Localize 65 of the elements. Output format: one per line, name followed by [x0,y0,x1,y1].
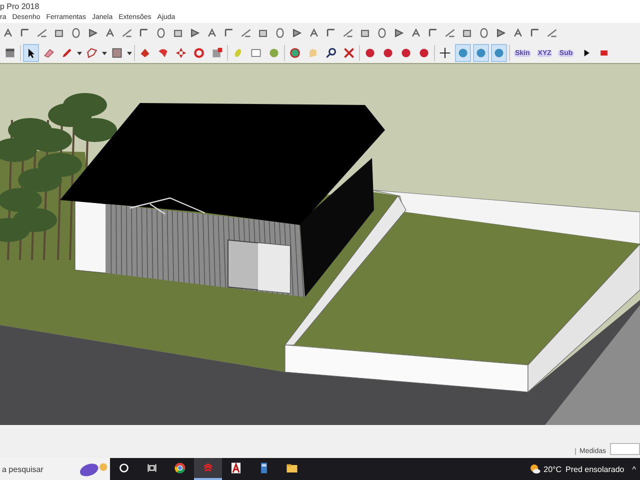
taskview-app-icon [146,462,158,474]
taskbar-search-field[interactable]: a pesquisar [0,458,72,480]
tool-glyph-icon[interactable] [546,27,558,39]
tool-glyph-icon[interactable] [512,27,524,39]
caret-icon[interactable] [77,50,82,56]
tool-glyph-icon[interactable] [104,27,116,39]
folder-app-icon [286,462,298,474]
box-icon [4,47,16,59]
axes-icon [439,47,451,59]
extents-icon [343,47,355,59]
blob-icon [364,47,376,59]
tool-glyph-icon[interactable] [19,27,31,39]
temperature-text[interactable]: 20°C [544,464,562,474]
tool-glyph-icon[interactable] [444,27,456,39]
blob-icon [400,47,412,59]
caret-icon[interactable] [102,50,107,56]
scale-icon [211,47,223,59]
tool-glyph-icon[interactable] [410,27,422,39]
shape-icon [86,47,98,59]
eraser-icon [43,47,55,59]
swatch-icon [111,47,123,59]
zoom-icon [325,47,337,59]
tool-glyph-icon[interactable] [223,27,235,39]
blob-icon [382,47,394,59]
tool-glyph-icon[interactable] [376,27,388,39]
sun-cloud-icon[interactable] [528,463,541,475]
tool-glyph-icon[interactable] [495,27,507,39]
tool-glyph-icon[interactable] [291,27,303,39]
tool-glyph-icon[interactable] [342,27,354,39]
tool-glyph-icon[interactable] [121,27,133,39]
tool-glyph-icon[interactable] [308,27,320,39]
move-icon [175,47,187,59]
rotate-icon [193,47,205,59]
view-tool-button[interactable] [473,44,489,62]
tool-glyph-icon[interactable] [2,27,14,39]
tool-glyph-icon[interactable] [529,27,541,39]
caret-icon[interactable] [127,50,132,56]
tool-glyph-icon[interactable] [53,27,65,39]
tool-glyph-icon[interactable] [87,27,99,39]
tool-glyph-icon[interactable] [70,27,82,39]
pencil-icon [61,47,73,59]
tool-glyph-icon[interactable] [257,27,269,39]
view-tool-button[interactable] [491,44,507,62]
tool-glyph-icon[interactable] [240,27,252,39]
window-title: p Pro 2018 [0,2,40,10]
tool-glyph-icon[interactable] [359,27,371,39]
measurements-field[interactable] [610,443,640,455]
tool-glyph-icon[interactable] [274,27,286,39]
tool-glyph-icon[interactable] [427,27,439,39]
tray-expand-button[interactable]: ^ [628,464,640,474]
blob-icon [418,47,430,59]
tool-glyph-icon[interactable] [155,27,167,39]
select-tool-button[interactable] [23,44,39,62]
tool-glyph-icon[interactable] [189,27,201,39]
cortana-app-icon [118,462,130,474]
tool-glyph-icon[interactable] [325,27,337,39]
tool-glyph-icon[interactable] [138,27,150,39]
tool-glyph-icon[interactable] [206,27,218,39]
calc-app-icon [258,462,270,474]
tool-glyph-icon[interactable] [393,27,405,39]
tool-glyph-icon[interactable] [461,27,473,39]
tool-glyph-icon[interactable] [36,27,48,39]
tool-glyph-icon[interactable] [478,27,490,39]
tool-glyph-icon[interactable] [172,27,184,39]
weather-condition-text[interactable]: Pred ensolarado [566,464,624,474]
